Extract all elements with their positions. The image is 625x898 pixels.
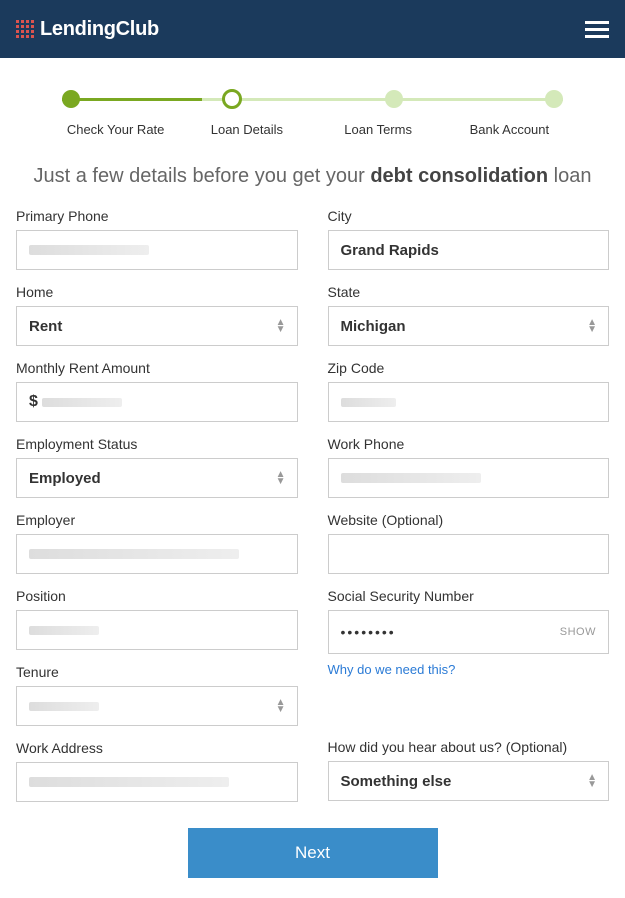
- logo-icon: [16, 20, 34, 38]
- logo[interactable]: LendingClub: [16, 18, 159, 41]
- ssn-label: Social Security Number: [328, 588, 610, 604]
- home-select[interactable]: Rent: [16, 306, 298, 346]
- left-column: Primary Phone Home Rent ▲▼ Monthly Rent …: [16, 208, 298, 816]
- heading-prefix: Just a few details before you get your: [33, 165, 370, 187]
- hear-about-label: How did you hear about us? (Optional): [328, 739, 610, 755]
- website-label: Website (Optional): [328, 512, 610, 528]
- zip-input[interactable]: [328, 382, 610, 422]
- state-label: State: [328, 284, 610, 300]
- position-label: Position: [16, 588, 298, 604]
- rent-label: Monthly Rent Amount: [16, 360, 298, 376]
- heading-bold: debt consolidation: [370, 165, 548, 187]
- right-column: City Grand Rapids State Michigan ▲▼ Zip …: [328, 208, 610, 816]
- state-value: Michigan: [341, 318, 406, 335]
- employer-input[interactable]: [16, 534, 298, 574]
- step-dot-1: [62, 90, 80, 108]
- employment-status-value: Employed: [29, 470, 101, 487]
- primary-phone-label: Primary Phone: [16, 208, 298, 224]
- city-input[interactable]: Grand Rapids: [328, 230, 610, 270]
- step-dot-4: [545, 90, 563, 108]
- rent-input[interactable]: $: [16, 382, 298, 422]
- ssn-help-link[interactable]: Why do we need this?: [328, 662, 610, 677]
- header: LendingClub: [0, 0, 625, 58]
- page-heading: Just a few details before you get your d…: [0, 161, 625, 208]
- ssn-value: ••••••••: [341, 624, 396, 640]
- hear-about-select[interactable]: Something else: [328, 761, 610, 801]
- spacer: [328, 677, 610, 721]
- step-label-4: Bank Account: [444, 122, 575, 137]
- brand-name: LendingClub: [40, 18, 159, 41]
- work-address-input[interactable]: [16, 762, 298, 802]
- step-dot-2: [222, 89, 242, 109]
- ssn-show-button[interactable]: SHOW: [560, 626, 596, 638]
- city-label: City: [328, 208, 610, 224]
- employment-status-select[interactable]: Employed: [16, 458, 298, 498]
- step-dot-3: [385, 90, 403, 108]
- home-label: Home: [16, 284, 298, 300]
- step-label-2: Loan Details: [181, 122, 312, 137]
- tenure-label: Tenure: [16, 664, 298, 680]
- tenure-select[interactable]: [16, 686, 298, 726]
- heading-suffix: loan: [548, 165, 591, 187]
- currency-prefix: $: [29, 393, 38, 411]
- progress-stepper: Check Your Rate Loan Details Loan Terms …: [0, 58, 625, 161]
- step-label-3: Loan Terms: [313, 122, 444, 137]
- work-phone-input[interactable]: [328, 458, 610, 498]
- city-value: Grand Rapids: [341, 242, 439, 259]
- state-select[interactable]: Michigan: [328, 306, 610, 346]
- website-input[interactable]: [328, 534, 610, 574]
- hear-about-value: Something else: [341, 773, 452, 790]
- form: Primary Phone Home Rent ▲▼ Monthly Rent …: [0, 208, 625, 816]
- step-label-1: Check Your Rate: [50, 122, 181, 137]
- next-button[interactable]: Next: [188, 828, 438, 878]
- work-address-label: Work Address: [16, 740, 298, 756]
- employment-status-label: Employment Status: [16, 436, 298, 452]
- home-value: Rent: [29, 318, 62, 335]
- employer-label: Employer: [16, 512, 298, 528]
- position-input[interactable]: [16, 610, 298, 650]
- primary-phone-input[interactable]: [16, 230, 298, 270]
- work-phone-label: Work Phone: [328, 436, 610, 452]
- menu-icon[interactable]: [585, 21, 609, 38]
- ssn-input[interactable]: •••••••• SHOW: [328, 610, 610, 654]
- zip-label: Zip Code: [328, 360, 610, 376]
